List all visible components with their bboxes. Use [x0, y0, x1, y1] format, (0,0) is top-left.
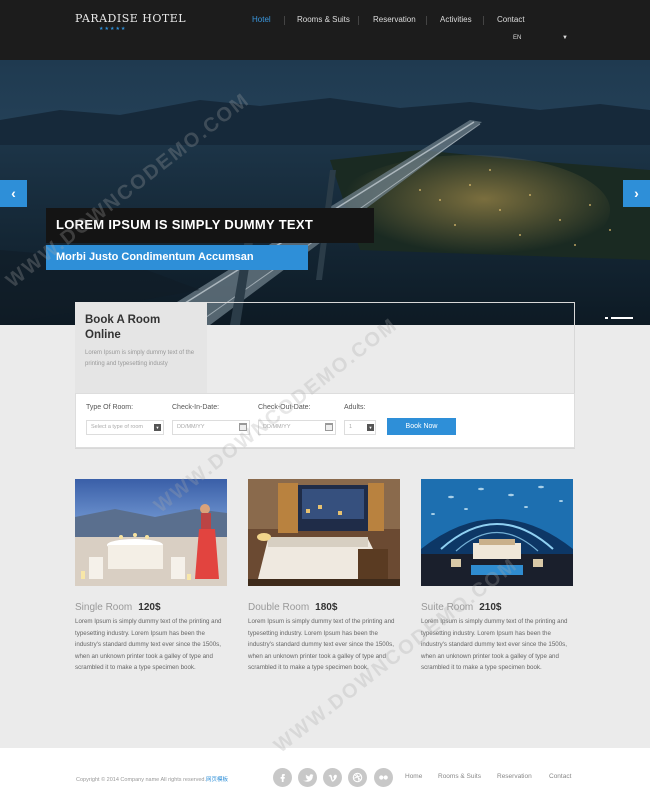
- nav-item-contact[interactable]: Contact: [497, 15, 525, 24]
- adults-label: Adults:: [344, 404, 366, 411]
- room-title-row: Suite Room 210$: [421, 597, 502, 615]
- hero-title-box: LOREM IPSUM IS SIMPLY DUMMY TEXT: [46, 208, 374, 243]
- dropdown-arrow-icon[interactable]: ▼: [367, 424, 374, 431]
- suite-room-image[interactable]: [421, 479, 573, 586]
- slide-indicator[interactable]: [605, 317, 608, 319]
- room-name[interactable]: Single Room: [75, 602, 132, 613]
- adults-select[interactable]: 1 ▼: [344, 420, 376, 435]
- double-room-image[interactable]: [248, 479, 400, 586]
- footer-link-reservation[interactable]: Reservation: [497, 773, 532, 780]
- room-title-row: Double Room 180$: [248, 597, 337, 615]
- nav-divider: [358, 16, 359, 25]
- copyright-link[interactable]: 网页模板: [206, 777, 228, 783]
- room-price: 120$: [138, 602, 161, 613]
- nav-item-reservation[interactable]: Reservation: [373, 15, 416, 24]
- adults-value: 1: [349, 424, 353, 430]
- nav-item-activities[interactable]: Activities: [440, 15, 472, 24]
- hero-slider: LOREM IPSUM IS SIMPLY DUMMY TEXT Morbi J…: [0, 60, 650, 325]
- room-name[interactable]: Double Room: [248, 602, 309, 613]
- booking-header: Book A Room Online Lorem Ipsum is simply…: [75, 302, 207, 393]
- calendar-icon[interactable]: [325, 423, 333, 431]
- room-title-row: Single Room 120$: [75, 597, 161, 615]
- room-name[interactable]: Suite Room: [421, 602, 473, 613]
- booking-description: Lorem Ipsum is simply dummy text of the …: [85, 350, 195, 367]
- nav-item-hotel[interactable]: Hotel: [252, 15, 271, 24]
- check-out-field[interactable]: DD/MM/YY: [258, 420, 336, 435]
- check-out-label: Check-Out-Date:: [258, 404, 311, 411]
- booking-title: Book A Room Online: [85, 314, 161, 341]
- prev-slide-button[interactable]: ‹: [0, 180, 27, 207]
- single-room-image[interactable]: [75, 479, 227, 586]
- room-price: 180$: [315, 602, 338, 613]
- room-type-value: Select a type of room: [91, 424, 143, 430]
- room-type-select[interactable]: Select a type of room ▼: [86, 420, 164, 435]
- top-header: PARADISE HOTEL ★★★★★ Hotel Rooms & Suits…: [0, 0, 650, 60]
- logo-stars: ★★★★★: [99, 26, 127, 32]
- calendar-icon[interactable]: [239, 423, 247, 431]
- booking-form: Type Of Room: Check-In-Date: Check-Out-D…: [75, 393, 575, 448]
- twitter-icon[interactable]: [298, 768, 317, 787]
- flickr-icon[interactable]: [374, 768, 393, 787]
- language-select[interactable]: EN: [513, 35, 521, 41]
- chevron-left-icon: ‹: [11, 185, 16, 201]
- slide-indicator-active[interactable]: [611, 317, 633, 319]
- dribbble-icon[interactable]: [348, 768, 367, 787]
- footer-link-rooms[interactable]: Rooms & Suits: [438, 773, 481, 780]
- room-description: Lorem Ipsum is simply dummy text of the …: [248, 618, 395, 671]
- page-footer: Copyright © 2014 Company name All rights…: [0, 748, 650, 801]
- hero-subtitle: Morbi Justo Condimentum Accumsan: [56, 251, 254, 263]
- room-description: Lorem Ipsum is simply dummy text of the …: [421, 618, 568, 671]
- check-out-value: DD/MM/YY: [263, 424, 291, 430]
- city-bridge-image: [0, 60, 650, 325]
- dropdown-arrow-icon[interactable]: ▼: [154, 424, 161, 431]
- copyright-text: Copyright © 2014 Company name All rights…: [76, 775, 228, 783]
- book-now-button[interactable]: Book Now: [387, 418, 456, 435]
- nav-divider: [426, 16, 427, 25]
- facebook-icon[interactable]: [273, 768, 292, 787]
- chevron-right-icon: ›: [634, 185, 639, 201]
- hero-subtitle-box: Morbi Justo Condimentum Accumsan: [46, 245, 308, 270]
- room-type-label: Type Of Room:: [86, 404, 134, 411]
- hero-title: LOREM IPSUM IS SIMPLY DUMMY TEXT: [56, 217, 314, 232]
- vimeo-icon[interactable]: [323, 768, 342, 787]
- copyright-label: Copyright © 2014 Company name All rights…: [76, 777, 207, 783]
- next-slide-button[interactable]: ›: [623, 180, 650, 207]
- hotel-logo[interactable]: PARADISE HOTEL: [75, 12, 186, 25]
- nav-divider: [284, 16, 285, 25]
- footer-link-home[interactable]: Home: [405, 773, 422, 780]
- nav-divider: [483, 16, 484, 25]
- footer-link-contact[interactable]: Contact: [549, 773, 571, 780]
- room-price: 210$: [479, 602, 502, 613]
- nav-item-rooms[interactable]: Rooms & Suits: [297, 15, 350, 24]
- chevron-down-icon[interactable]: ▼: [562, 35, 568, 41]
- check-in-field[interactable]: DD/MM/YY: [172, 420, 250, 435]
- check-in-value: DD/MM/YY: [177, 424, 205, 430]
- check-in-label: Check-In-Date:: [172, 404, 220, 411]
- room-description: Lorem Ipsum is simply dummy text of the …: [75, 618, 222, 671]
